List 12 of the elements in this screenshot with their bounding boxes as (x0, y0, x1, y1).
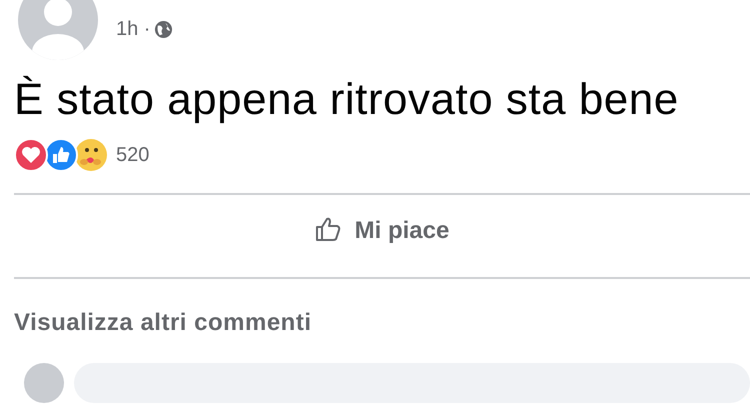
thumbs-up-reaction-icon (44, 138, 78, 172)
like-button[interactable]: Mi piace (304, 206, 460, 255)
avatar-placeholder (24, 362, 64, 403)
heart-reaction-icon (14, 138, 48, 172)
post-time[interactable]: 1h · (116, 14, 150, 44)
hugging-face-reaction-icon (74, 138, 108, 172)
avatar-placeholder[interactable] (18, 0, 98, 60)
more-comments-link[interactable]: Visualizza altri commenti (14, 304, 312, 341)
reaction-count[interactable]: 520 (116, 140, 150, 170)
post-text: È stato appena ritrovato sta bene (14, 74, 680, 126)
globe-icon (154, 20, 174, 38)
thumbs-up-icon (314, 216, 341, 242)
